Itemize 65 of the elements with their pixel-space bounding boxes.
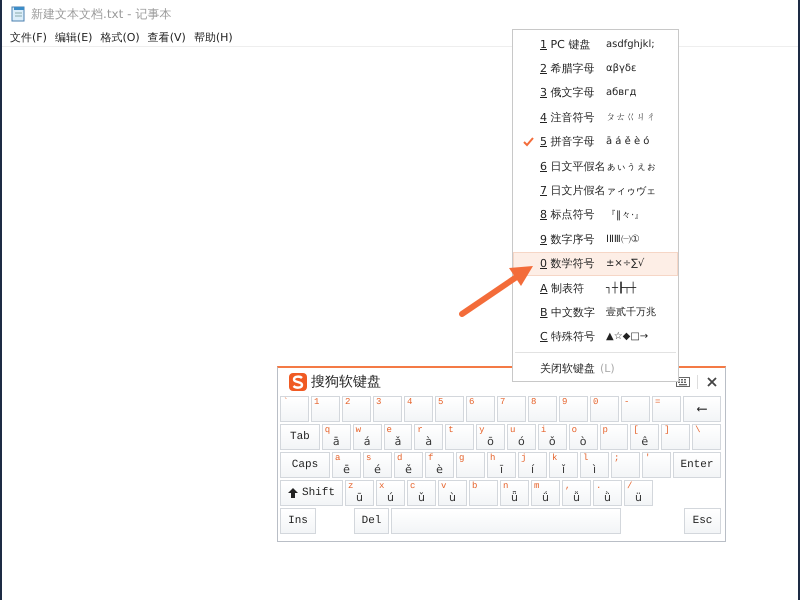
menu-item[interactable]: B 中文数字 壹贰千万兆 <box>513 300 678 325</box>
keyboard-key[interactable]: n ǖ <box>500 480 529 506</box>
keyboard-key[interactable]: w á <box>352 424 382 450</box>
keyboard-key[interactable]: c ǔ <box>407 480 436 506</box>
keyboard-key[interactable]: e ǎ <box>384 424 412 450</box>
menu-item[interactable]: 帮助(H) <box>192 30 239 44</box>
keyboard-key[interactable]: a ē <box>332 452 361 478</box>
menu-item[interactable]: C 特殊符号 ▲☆◆□→ <box>513 324 678 350</box>
close-button[interactable] <box>705 377 719 387</box>
escape-key[interactable]: Esc <box>684 508 721 534</box>
menu-item[interactable]: 7 日文片假名 ァィゥヴェ <box>513 178 678 203</box>
keyboard-key[interactable]: 1 <box>311 396 340 422</box>
keyboard-key[interactable]: j í <box>518 452 547 478</box>
backspace-key[interactable]: ⟵ <box>683 396 721 422</box>
keyboard-key[interactable]: l ì <box>580 452 609 478</box>
close-icon <box>707 377 717 387</box>
keyboard-key[interactable]: u ó <box>506 424 536 450</box>
menu-item[interactable]: 9 数字序号 ⅠⅡⅢ㈠① <box>513 227 678 252</box>
tab-key[interactable]: Tab <box>280 424 320 450</box>
menu-item[interactable]: 0 数学符号 ±×÷∑√ <box>513 252 678 276</box>
logo-icon <box>289 373 307 391</box>
keyboard-title: 搜狗软键盘 <box>311 373 381 391</box>
keyboard-key[interactable]: r à <box>414 424 444 450</box>
menu-item[interactable]: A 制表符 ┐┼┠┬┼ <box>513 276 678 300</box>
menu-item[interactable]: 编辑(E) <box>52 30 98 44</box>
keyboard-key[interactable]: k ǐ <box>549 452 578 478</box>
menu-item[interactable]: 6 日文平假名 ぁぃぅぇぉ <box>513 154 678 178</box>
keyboard-key[interactable]: v ù <box>438 480 467 506</box>
menu-item[interactable]: 1 PC 键盘 asdfghjkl; <box>513 32 678 56</box>
keyboard-key[interactable]: , ǚ <box>562 480 591 506</box>
menu-item[interactable]: 8 标点符号 『‖々·』 <box>513 202 678 228</box>
insert-key[interactable]: Ins <box>280 508 316 534</box>
keyboard-key[interactable]: z ū <box>345 480 374 506</box>
keyboard-key[interactable]: s é <box>363 452 392 478</box>
keyboard-key[interactable]: m ǘ <box>531 480 560 506</box>
notepad-icon <box>10 6 26 22</box>
keyboard-key[interactable]: o ò <box>568 424 598 450</box>
delete-key[interactable]: Del <box>354 508 389 534</box>
keyboard-key[interactable]: y ō <box>476 424 505 450</box>
menu-item[interactable]: 文件(F) <box>8 30 53 44</box>
enter-key[interactable]: Enter <box>673 452 721 478</box>
keyboard-key[interactable]: ` <box>280 396 309 422</box>
keyboard-key[interactable]: x ú <box>376 480 405 506</box>
menu-item[interactable]: 2 希腊字母 αβγδε <box>513 56 678 81</box>
menu-item[interactable]: 查看(V) <box>146 30 192 44</box>
menu-item[interactable]: 关闭软键盘 (L) <box>513 356 678 380</box>
menu-item[interactable]: 格式(O) <box>98 30 146 44</box>
keyboard-key[interactable]: [ ê <box>630 424 660 450</box>
menu-item[interactable]: 5 拼音字母 ā á ě è ó <box>513 130 678 154</box>
keyboard-key[interactable]: d ě <box>394 452 423 478</box>
menu-item[interactable]: 4 注音符号 ㄆㄊㄍㄐㄔ <box>513 105 678 130</box>
keyboard-key[interactable]: i ǒ <box>538 424 567 450</box>
keyboard-key[interactable]: f è <box>425 452 454 478</box>
caps-lock-key[interactable]: Caps <box>280 452 330 478</box>
keyboard-key[interactable]: - <box>621 396 650 422</box>
keyboard-key[interactable]: q ā <box>322 424 351 450</box>
keyboard-icon <box>676 377 690 387</box>
up-arrow-icon <box>288 488 298 498</box>
keyboard-key[interactable]: / ü <box>624 480 653 506</box>
keyboard-key[interactable]: h ī <box>487 452 516 478</box>
window-title: 新建文本文档.txt - 记事本 <box>31 6 172 22</box>
keyboard-key[interactable]: . ǜ <box>593 480 622 506</box>
keyboard-key[interactable]: ] <box>661 424 690 450</box>
menu-item[interactable]: 3 俄文字母 абвгд <box>513 80 678 106</box>
shift-key[interactable]: Shift <box>280 480 343 506</box>
